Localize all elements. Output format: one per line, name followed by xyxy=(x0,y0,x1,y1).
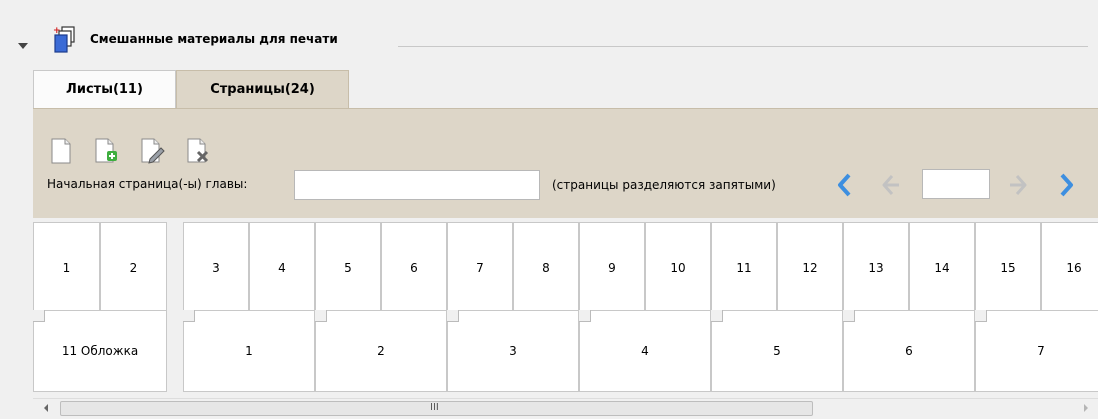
sheet-label: 11 Обложка xyxy=(61,344,139,358)
page-thumb-12[interactable]: 12 xyxy=(777,222,843,314)
page-fold-icon xyxy=(711,310,723,322)
sheet-label: 2 xyxy=(377,344,385,358)
sheet-thumb-2[interactable]: 2 xyxy=(315,310,447,392)
sheet-thumb-6[interactable]: 6 xyxy=(843,310,975,392)
first-page-icon[interactable] xyxy=(832,171,858,199)
tab-sheets[interactable]: Листы(11) xyxy=(33,70,176,108)
page-thumb-8[interactable]: 8 xyxy=(513,222,579,314)
new-page-icon[interactable] xyxy=(48,137,74,165)
chapter-start-label: Начальная страница(-ы) главы: xyxy=(47,177,248,191)
previous-page-icon[interactable] xyxy=(878,171,904,199)
chapter-hint: (страницы разделяются запятыми) xyxy=(552,178,776,192)
scrollbar-grip: III xyxy=(430,402,439,413)
sheet-label: 4 xyxy=(641,344,649,358)
sheet-thumb-4[interactable]: 4 xyxy=(579,310,711,392)
sheet-label: 3 xyxy=(509,344,517,358)
page-fold-icon xyxy=(447,310,459,322)
page-thumb-13[interactable]: 13 xyxy=(843,222,909,314)
page-fold-icon xyxy=(33,310,45,322)
page-thumb-1[interactable]: 1 xyxy=(33,222,100,314)
page-thumb-3[interactable]: 3 xyxy=(183,222,249,314)
last-page-icon[interactable] xyxy=(1053,171,1079,199)
next-page-icon[interactable] xyxy=(1005,171,1031,199)
page-thumb-2[interactable]: 2 xyxy=(100,222,167,314)
sheet-label: 5 xyxy=(773,344,781,358)
chapter-start-input[interactable] xyxy=(294,170,540,200)
page-fold-icon xyxy=(579,310,591,322)
page-thumb-15[interactable]: 15 xyxy=(975,222,1041,314)
page-thumb-4[interactable]: 4 xyxy=(249,222,315,314)
sheet-thumb-5[interactable]: 5 xyxy=(711,310,843,392)
page-thumbnails: 1 2 3 4 5 6 7 8 9 10 11 12 13 14 15 16 1… xyxy=(33,218,1098,398)
page-thumb-11[interactable]: 11 xyxy=(711,222,777,314)
scroll-left-icon[interactable] xyxy=(44,404,48,412)
sheet-thumb-cover[interactable]: 11 Обложка xyxy=(33,310,167,392)
svg-text:+: + xyxy=(53,26,61,36)
sheet-label: 7 xyxy=(1037,344,1045,358)
section-title: Смешанные материалы для печати xyxy=(90,32,338,46)
collapse-arrow-icon[interactable] xyxy=(18,43,28,49)
title-divider xyxy=(398,46,1088,47)
sheet-label: 6 xyxy=(905,344,913,358)
page-thumb-6[interactable]: 6 xyxy=(381,222,447,314)
delete-page-icon[interactable] xyxy=(185,137,211,165)
sheet-thumb-3[interactable]: 3 xyxy=(447,310,579,392)
page-thumb-10[interactable]: 10 xyxy=(645,222,711,314)
sheet-thumb-7[interactable]: 7 xyxy=(975,310,1098,392)
page-thumb-14[interactable]: 14 xyxy=(909,222,975,314)
page-number-input[interactable] xyxy=(922,169,990,199)
edit-page-icon[interactable] xyxy=(139,137,165,165)
sheet-thumb-1[interactable]: 1 xyxy=(183,310,315,392)
page-thumb-9[interactable]: 9 xyxy=(579,222,645,314)
page-fold-icon xyxy=(843,310,855,322)
add-page-icon[interactable] xyxy=(93,137,119,165)
page-thumb-5[interactable]: 5 xyxy=(315,222,381,314)
page-thumb-16[interactable]: 16 xyxy=(1041,222,1098,314)
sheet-label: 1 xyxy=(245,344,253,358)
page-thumb-7[interactable]: 7 xyxy=(447,222,513,314)
mixed-media-icon: + xyxy=(53,26,75,53)
page-fold-icon xyxy=(183,310,195,322)
tab-pages[interactable]: Страницы(24) xyxy=(176,70,349,108)
page-fold-icon xyxy=(315,310,327,322)
scroll-right-icon[interactable] xyxy=(1084,404,1088,412)
page-fold-icon xyxy=(975,310,987,322)
